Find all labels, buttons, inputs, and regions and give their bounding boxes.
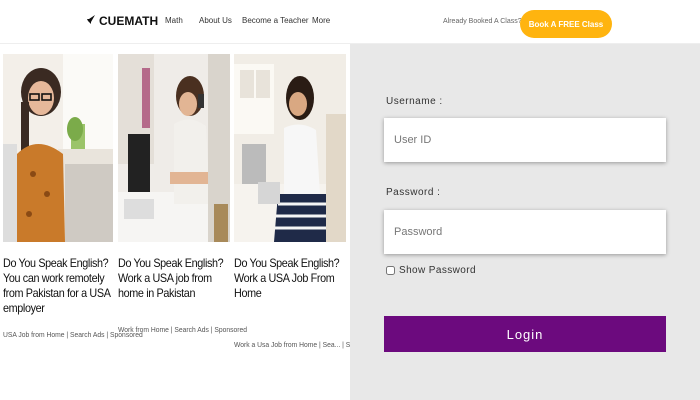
ad-title[interactable]: Do You Speak English? Work a USA Job Fro…	[234, 256, 350, 301]
ad-image-woman-bed-laptop[interactable]	[234, 54, 346, 242]
login-button[interactable]: Login	[384, 316, 666, 352]
nav-link-become-teacher[interactable]: Become a Teacher	[242, 16, 309, 25]
cuemath-logo[interactable]: CUEMATH	[86, 14, 158, 28]
username-label: Username :	[386, 96, 443, 107]
login-panel: Username : Password : Show Password Logi…	[350, 44, 700, 400]
ad-meta: Work from Home | Search Ads | Sponsored	[118, 325, 248, 334]
ad-title[interactable]: Do You Speak English? You can work remot…	[3, 256, 117, 316]
logo-text: CUEMATH	[99, 14, 159, 28]
ad-card[interactable]: Do You Speak English? You can work remot…	[3, 54, 143, 339]
already-booked-link[interactable]: Already Booked A Class?	[443, 18, 522, 25]
show-password-label: Show Password	[399, 265, 476, 276]
ad-meta: USA Job from Home | Search Ads | Sponsor…	[3, 330, 143, 339]
sponsored-ads-section: Do You Speak English? You can work remot…	[0, 44, 378, 400]
ad-meta: Work a Usa Job from Home | Sea... | Spon…	[234, 340, 379, 349]
nav-link-math[interactable]: Math	[165, 16, 183, 25]
ad-card[interactable]: Do You Speak English? Work a USA job fro…	[118, 54, 247, 334]
book-free-class-button[interactable]: Book A FREE Class	[520, 10, 612, 38]
show-password-toggle[interactable]: Show Password	[386, 265, 476, 276]
username-input[interactable]	[384, 118, 666, 162]
nav-link-more[interactable]: More	[312, 16, 330, 25]
ad-image-woman-glasses-laptop[interactable]	[3, 54, 113, 242]
nav-link-about-us[interactable]: About Us	[199, 16, 232, 25]
password-input[interactable]	[384, 210, 666, 254]
password-label: Password :	[386, 187, 441, 198]
show-password-checkbox[interactable]	[386, 266, 395, 275]
ad-title[interactable]: Do You Speak English? Work a USA job fro…	[118, 256, 234, 301]
top-navigation-bar: CUEMATH Math About Us Become a Teacher M…	[0, 0, 700, 44]
rocket-icon	[86, 14, 96, 28]
ad-card[interactable]: Do You Speak English? Work a USA Job Fro…	[234, 54, 378, 349]
ad-image-woman-phone-desk[interactable]	[118, 54, 230, 242]
